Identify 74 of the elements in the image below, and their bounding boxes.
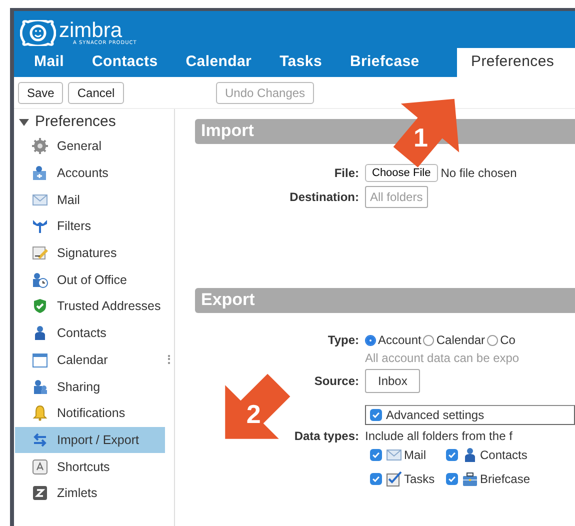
section-header: Export	[195, 288, 575, 313]
shield-check-icon	[32, 298, 48, 314]
form-label: Type:	[326, 333, 360, 347]
sidebar-item[interactable]: Sharing	[15, 373, 166, 400]
hint-text: Include all folders from the f	[365, 429, 512, 443]
nav-tab[interactable]: Briefcase	[336, 48, 434, 77]
sidebar-item[interactable]: Filters	[15, 213, 166, 240]
checkbox[interactable]	[370, 449, 382, 461]
choose-file-button[interactable]: Choose File	[365, 164, 438, 182]
checkbox-label: Contacts	[480, 448, 528, 462]
tree-title: Preferences	[35, 113, 116, 130]
nav-tab[interactable]: Calendar	[172, 48, 266, 77]
smiley-logo-icon	[20, 20, 56, 46]
calendar-icon	[32, 352, 48, 368]
nav-tab[interactable]: Preferences	[457, 48, 575, 77]
radio-label: Calendar	[436, 333, 486, 347]
sidebar-item[interactable]: Accounts	[15, 160, 166, 186]
zimlet-icon	[32, 485, 48, 502]
people-icon	[32, 378, 48, 395]
checkbox[interactable]	[370, 409, 382, 421]
checkbox[interactable]	[446, 449, 458, 461]
callout-number: 1	[414, 122, 428, 154]
sidebar-item[interactable]: Mail	[15, 186, 166, 214]
sidebar-item[interactable]: Notifications	[15, 400, 166, 427]
checkbox-label: Advanced settings	[386, 408, 484, 422]
radio-button[interactable]	[423, 334, 434, 346]
toolbar-button[interactable]: Save	[18, 82, 64, 104]
sidebar-item[interactable]: Out of Office	[15, 266, 166, 294]
sidebar-item[interactable]: General	[15, 133, 166, 160]
account-icon	[32, 165, 48, 182]
person-icon	[462, 447, 478, 463]
swap-arrows-icon	[32, 432, 48, 448]
clock-person-icon	[32, 272, 48, 288]
person-icon	[32, 325, 48, 342]
splitter-grip[interactable]	[168, 354, 172, 364]
hint-text: All account data can be expo	[365, 351, 520, 365]
form-label: Source:	[313, 374, 360, 388]
checkbox-label: Briefcase	[480, 472, 530, 486]
envelope-icon	[32, 192, 48, 208]
filter-icon	[32, 218, 48, 234]
sidebar-item[interactable]: Calendar	[15, 346, 166, 374]
radio-button[interactable]	[365, 334, 376, 346]
nav-tab[interactable]: Tasks	[266, 48, 336, 77]
source-picker[interactable]: Inbox	[365, 369, 420, 393]
expand-toggle[interactable]	[19, 116, 29, 126]
radio-button[interactable]	[487, 334, 498, 346]
keyboard-key-icon	[32, 458, 48, 475]
nav-tab[interactable]: Contacts	[78, 48, 172, 77]
checkbox-label: Mail	[404, 448, 426, 462]
toolbar-button[interactable]: Cancel	[68, 82, 124, 104]
logo-text: zimbra	[59, 20, 122, 40]
form-label: Destination:	[288, 190, 360, 204]
file-status-text: No file chosen	[440, 166, 517, 180]
task-check-icon	[386, 471, 402, 487]
radio-label: Account	[378, 333, 422, 347]
gear-icon	[32, 138, 48, 154]
checkbox-label: Tasks	[404, 472, 435, 486]
nav-tab[interactable]: Mail	[18, 48, 78, 77]
sidebar-item[interactable]: Zimlets	[15, 480, 166, 507]
sidebar-item[interactable]: Trusted Addresses	[15, 293, 166, 320]
envelope-icon	[386, 447, 402, 463]
checkbox[interactable]	[446, 473, 458, 485]
form-label: File:	[333, 166, 360, 180]
sidebar-item[interactable]: Contacts	[15, 320, 166, 346]
bell-icon	[32, 405, 48, 422]
signature-icon	[32, 245, 48, 262]
sidebar-item[interactable]: Signatures	[15, 240, 166, 266]
briefcase-icon	[462, 471, 478, 487]
sidebar-item[interactable]: Shortcuts	[15, 453, 166, 480]
callout-number: 2	[246, 398, 261, 430]
sidebar-item[interactable]: Import / Export	[15, 426, 166, 454]
checkbox[interactable]	[370, 473, 382, 485]
form-label: Data types:	[293, 429, 360, 443]
radio-label: Co	[500, 333, 516, 347]
